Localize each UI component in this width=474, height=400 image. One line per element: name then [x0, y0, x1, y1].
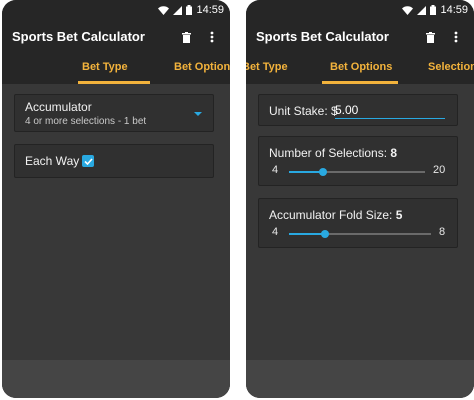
status-time: 14:59: [196, 4, 224, 16]
fold-size-card: Accumulator Fold Size: 5 4 8: [258, 198, 458, 248]
slider-fill: [289, 233, 325, 235]
tab-bet-options[interactable]: Bet Options: [174, 52, 230, 84]
signal-icon: [173, 5, 183, 15]
slider-fill: [289, 171, 323, 173]
more-vert-icon[interactable]: [448, 28, 464, 46]
each-way-row[interactable]: Each Way: [14, 144, 214, 178]
slider-thumb[interactable]: [319, 168, 327, 176]
fold-size-value: 5: [395, 208, 403, 222]
phone-screen-bet-type: 14:59 Sports Bet Calculator Bet Type Bet…: [2, 0, 230, 398]
status-bar: 14:59: [2, 0, 230, 22]
signal-icon: [417, 5, 427, 15]
app-toolbar: Sports Bet Calculator: [246, 22, 474, 52]
tab-bet-options[interactable]: Bet Options: [330, 52, 392, 84]
number-of-selections-value: 8: [390, 146, 398, 160]
unit-stake-label: Unit Stake:: [269, 104, 328, 118]
bet-type-name: Accumulator: [25, 100, 92, 114]
battery-icon: [430, 5, 437, 15]
phone-screen-bet-options: 14:59 Sports Bet Calculator Bet Type Bet…: [246, 0, 474, 398]
tab-bet-type[interactable]: Bet Type: [246, 52, 288, 84]
battery-icon: [186, 5, 193, 15]
number-of-selections-label: Number of Selections:: [269, 146, 388, 160]
number-of-selections-slider[interactable]: [289, 168, 425, 176]
slider-min-label: 4: [272, 226, 279, 238]
slider-min-label: 4: [272, 164, 279, 176]
more-vert-icon[interactable]: [204, 28, 220, 46]
wifi-icon: [158, 5, 170, 15]
app-title: Sports Bet Calculator: [256, 29, 389, 44]
slider-max-label: 20: [433, 164, 446, 176]
tab-bar: Bet Type Bet Options: [2, 52, 230, 84]
trash-icon[interactable]: [178, 28, 194, 46]
fold-size-label: Accumulator Fold Size:: [269, 208, 393, 222]
tab-bet-type[interactable]: Bet Type: [82, 52, 128, 84]
slider-thumb[interactable]: [320, 230, 329, 238]
bet-type-description: 4 or more selections - 1 bet: [25, 116, 147, 127]
tab-content: Unit Stake: $ 5.00 Number of Selections:…: [246, 84, 474, 398]
app-title: Sports Bet Calculator: [12, 29, 145, 44]
bet-type-dropdown[interactable]: Accumulator 4 or more selections - 1 bet: [14, 94, 214, 132]
unit-stake-row: Unit Stake: $ 5.00: [258, 94, 458, 126]
chevron-down-icon: [194, 112, 202, 116]
tab-selections[interactable]: Selections: [428, 52, 474, 84]
wifi-icon: [402, 5, 414, 15]
bottom-bar: [2, 360, 230, 398]
app-toolbar: Sports Bet Calculator: [2, 22, 230, 52]
status-bar: 14:59: [246, 0, 474, 22]
fold-size-slider[interactable]: [289, 230, 431, 238]
number-of-selections-card: Number of Selections: 8 4 20: [258, 136, 458, 186]
tab-content: Accumulator 4 or more selections - 1 bet…: [2, 84, 230, 398]
each-way-checkbox[interactable]: [82, 155, 94, 167]
trash-icon[interactable]: [422, 28, 438, 46]
tab-bar: Bet Type Bet Options Selections: [246, 52, 474, 84]
bottom-bar: [246, 360, 474, 398]
unit-stake-input[interactable]: 5.00: [335, 103, 445, 119]
check-icon: [83, 157, 93, 165]
slider-max-label: 8: [439, 226, 446, 238]
each-way-label: Each Way: [25, 154, 80, 168]
status-time: 14:59: [440, 4, 468, 16]
